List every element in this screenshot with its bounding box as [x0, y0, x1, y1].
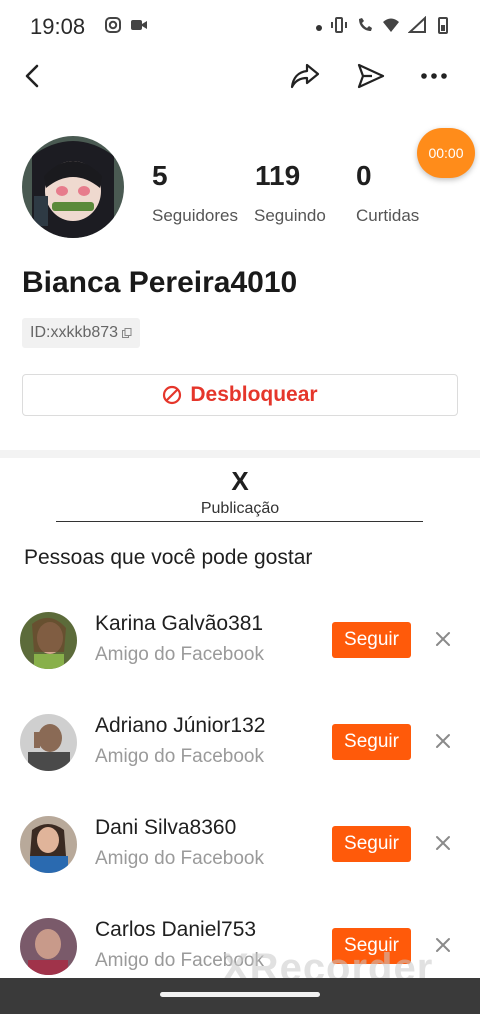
person-photo: [20, 714, 77, 771]
anime-avatar-image: [22, 136, 124, 238]
section-divider: [0, 450, 480, 458]
follow-button[interactable]: Seguir: [332, 622, 411, 658]
home-indicator[interactable]: [160, 992, 320, 997]
suggestion-avatar[interactable]: [20, 612, 77, 669]
suggestion-name[interactable]: Carlos Daniel753: [95, 918, 256, 942]
tab-publication[interactable]: Publicação: [0, 500, 480, 518]
person-photo: [20, 612, 77, 669]
followers-label: Seguidores: [152, 206, 239, 225]
status-time: 19:08: [30, 14, 86, 39]
profile-avatar[interactable]: [22, 136, 124, 238]
suggestion-subtitle: Amigo do Facebook: [95, 644, 264, 665]
instagram-icon: [105, 17, 121, 33]
recorder-timer[interactable]: 00:00: [417, 128, 475, 178]
stat-likes[interactable]: 0: [356, 160, 372, 192]
share-arrow-icon: [290, 63, 320, 89]
close-icon[interactable]: [432, 832, 454, 854]
following-label: Seguindo: [254, 206, 326, 225]
chevron-left-icon: [25, 64, 39, 88]
suggestion-subtitle: Amigo do Facebook: [95, 746, 264, 767]
publication-count: X: [231, 466, 249, 496]
close-icon[interactable]: [432, 934, 454, 956]
back-button[interactable]: [12, 56, 52, 96]
followers-count: 5: [152, 160, 168, 191]
vibrate-icon: [331, 17, 347, 33]
tab-underline: [56, 521, 423, 522]
battery-icon: [438, 17, 448, 34]
likes-label: Curtidas: [356, 206, 420, 225]
send-button[interactable]: [351, 56, 391, 96]
follow-button[interactable]: Seguir: [332, 724, 411, 760]
stat-followers[interactable]: 5: [152, 160, 168, 192]
send-icon: [357, 63, 385, 89]
profile-id-tag[interactable]: ID:xxkkb873: [22, 318, 141, 348]
suggestion-item: Dani Silva8360 Amigo do Facebook Seguir: [0, 816, 480, 906]
close-icon[interactable]: [432, 730, 454, 752]
call-4g-icon: [359, 18, 372, 31]
status-icons-right: [316, 16, 452, 34]
status-icons-left: [104, 16, 148, 34]
copy-icon: [122, 328, 132, 338]
suggestion-name[interactable]: Dani Silva8360: [95, 816, 236, 840]
following-count: 119: [255, 160, 301, 191]
profile-id: ID:xxkkb873: [30, 324, 119, 341]
unblock-label: Desbloquear: [190, 383, 318, 406]
suggestion-name[interactable]: Karina Galvão381: [95, 612, 263, 636]
suggestion-item: Karina Galvão381 Amigo do Facebook Segui…: [0, 612, 480, 702]
suggestion-item: Adriano Júnior132 Amigo do Facebook Segu…: [0, 714, 480, 804]
more-dots-icon: [421, 73, 447, 79]
profile-name: Bianca Pereira4010: [22, 266, 298, 299]
notification-dot-icon: [316, 25, 322, 31]
suggestion-avatar[interactable]: [20, 816, 77, 873]
suggestion-name[interactable]: Adriano Júnior132: [95, 714, 265, 738]
share-button[interactable]: [285, 56, 325, 96]
suggestion-avatar[interactable]: [20, 714, 77, 771]
suggestion-avatar[interactable]: [20, 918, 77, 975]
likes-count: 0: [356, 160, 372, 191]
video-camera-icon: [131, 20, 147, 30]
block-icon: [163, 385, 182, 405]
close-icon[interactable]: [432, 628, 454, 650]
person-photo: [20, 918, 77, 975]
more-button[interactable]: [414, 56, 454, 96]
follow-button[interactable]: Seguir: [332, 826, 411, 862]
unblock-button[interactable]: Desbloquear: [22, 374, 458, 416]
wifi-icon: [383, 18, 399, 32]
suggestion-subtitle: Amigo do Facebook: [95, 848, 264, 869]
stat-following[interactable]: 119: [255, 160, 300, 192]
suggestions-title: Pessoas que você pode gostar: [24, 546, 313, 569]
signal-icon: [408, 16, 426, 33]
person-photo: [20, 816, 77, 873]
